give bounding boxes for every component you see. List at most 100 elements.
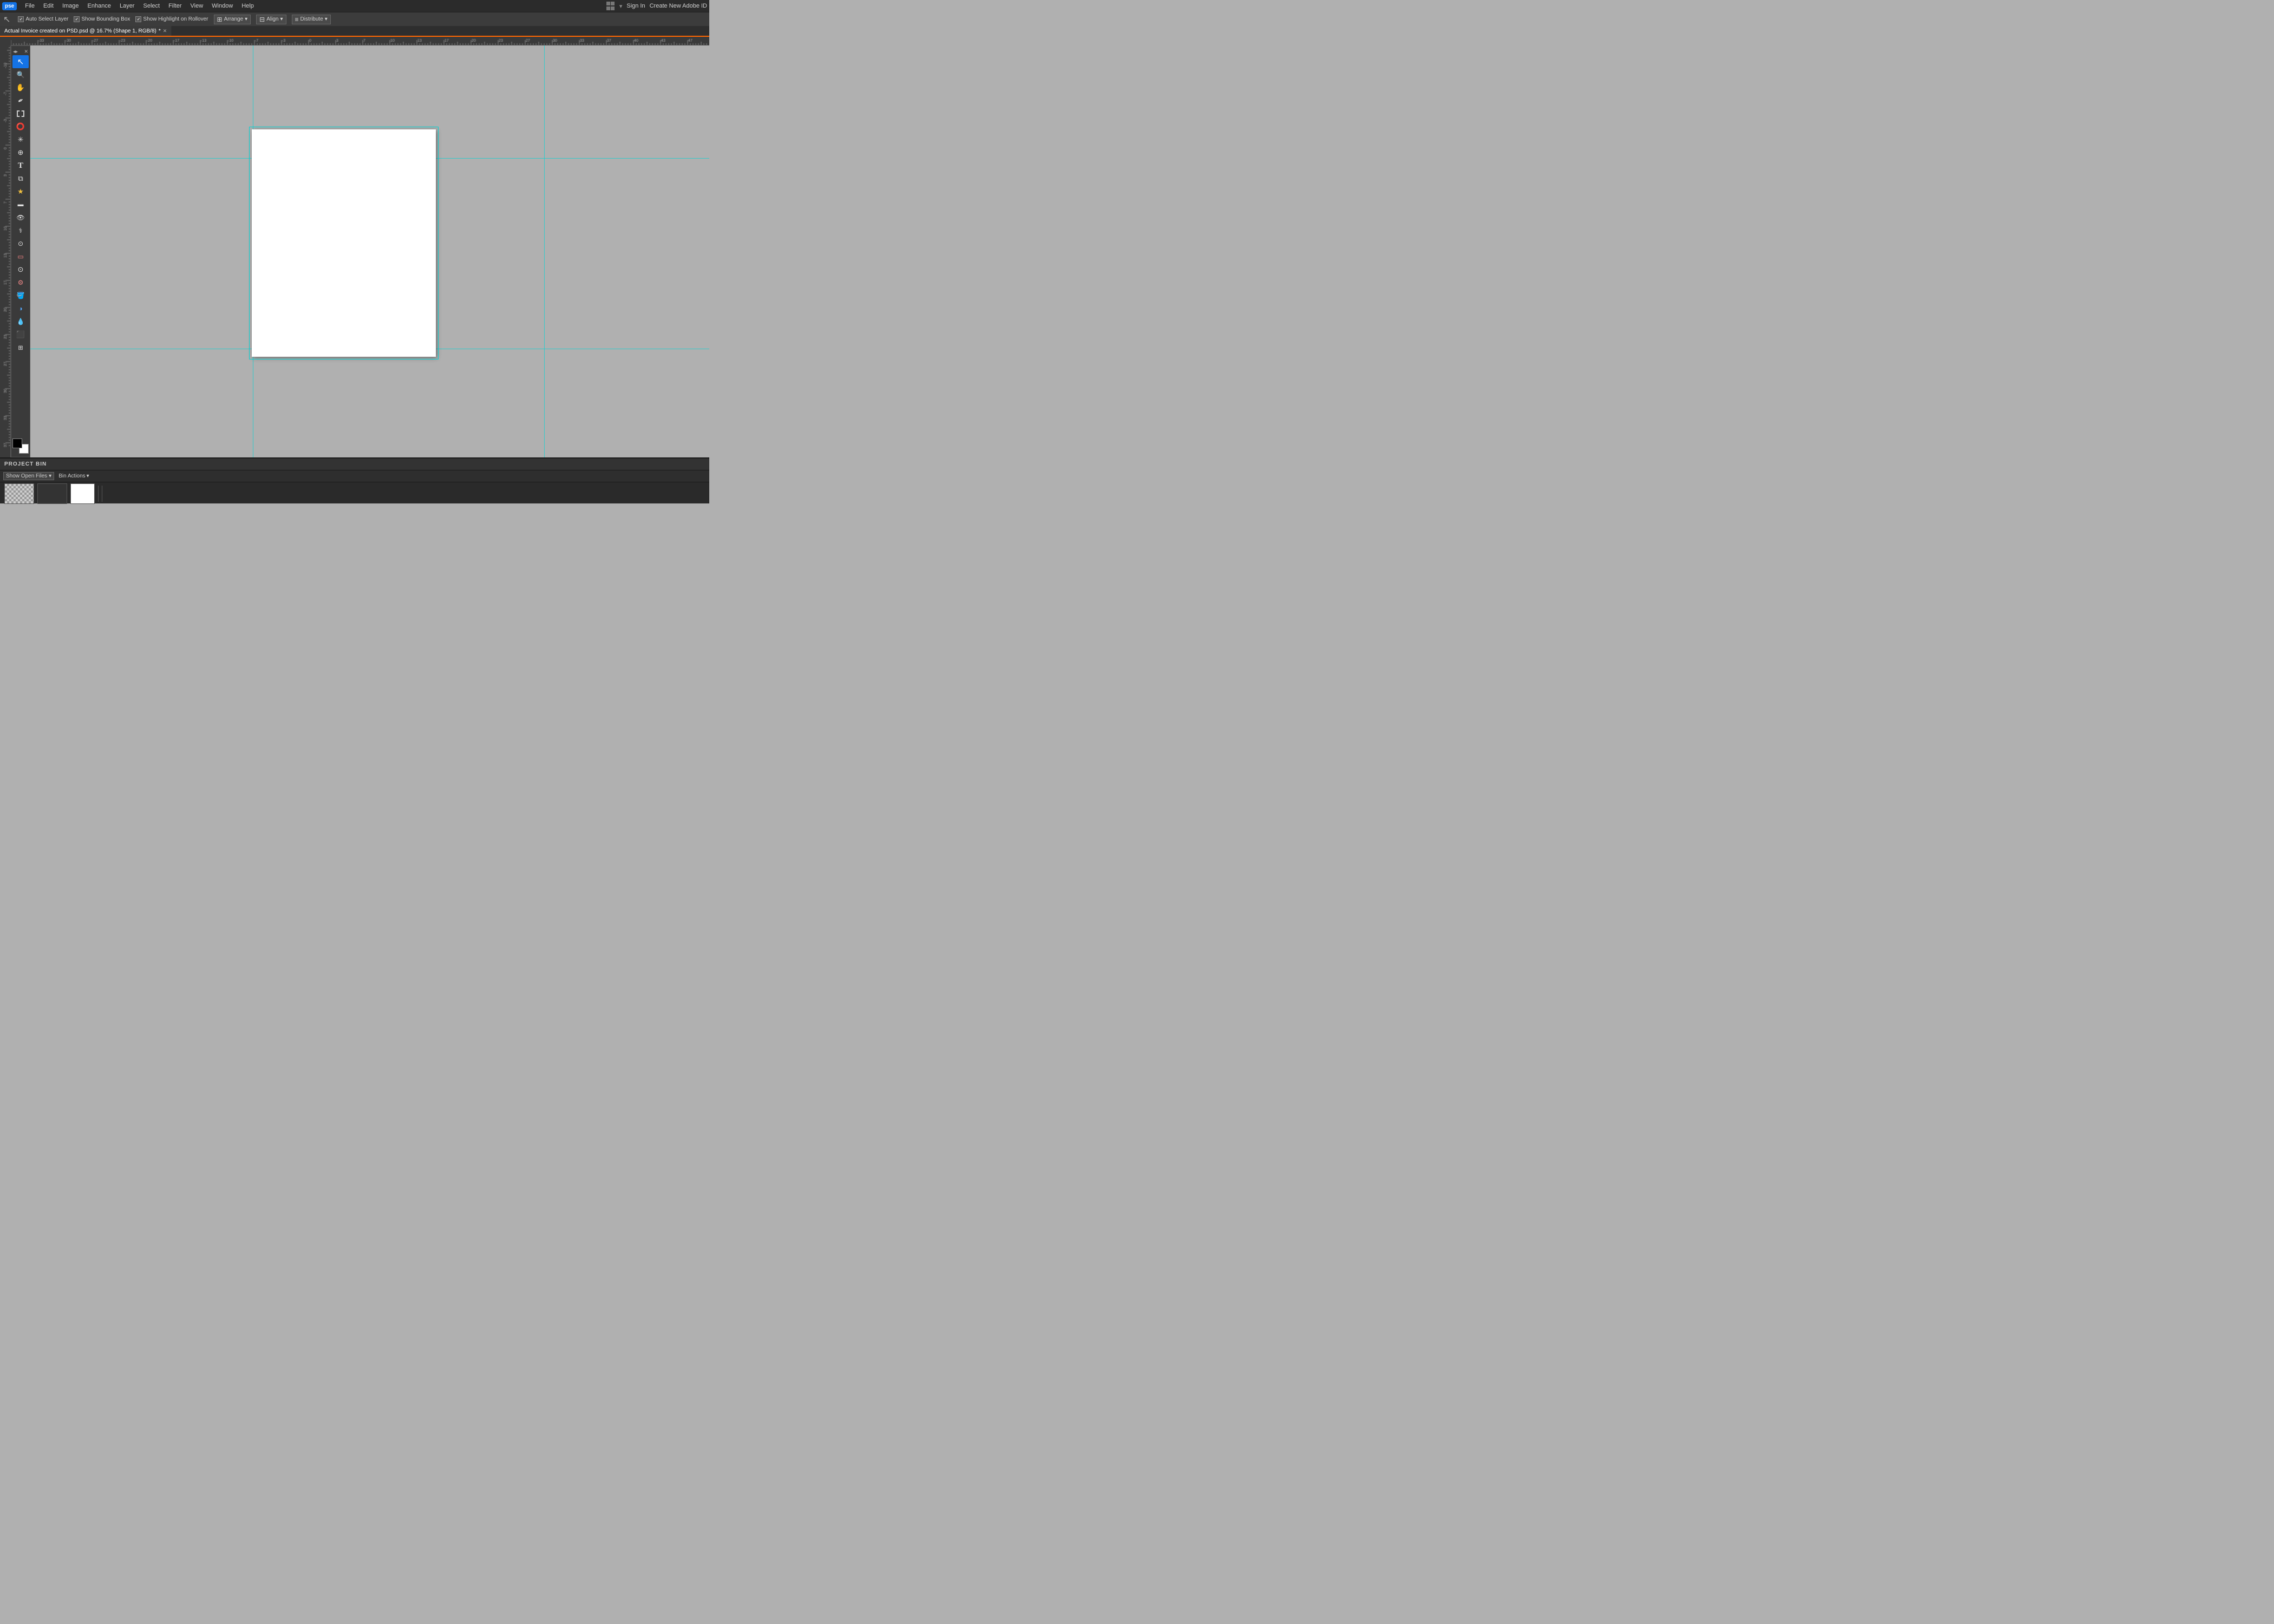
tool-smart-brush[interactable]: ▬ xyxy=(12,198,29,211)
arrange-icon: ⊞ xyxy=(217,16,223,23)
canvas-area[interactable] xyxy=(11,45,709,457)
show-bounding-box-option[interactable]: ✓ Show Bounding Box xyxy=(74,16,130,22)
tool-paint-bucket[interactable]: 🪣 xyxy=(12,289,29,302)
custom-shape-icon: ★ xyxy=(17,187,24,196)
options-bar: ↖ ✓ Auto Select Layer ✓ Show Bounding Bo… xyxy=(0,12,709,26)
align-arrow-icon: ▾ xyxy=(280,16,283,22)
tab-bar: Actual Invoice created on PSD.psd @ 16.7… xyxy=(0,26,709,37)
foreground-color-swatch[interactable] xyxy=(12,438,22,448)
distribute-arrow-icon: ▾ xyxy=(325,16,328,22)
menu-window[interactable]: Window xyxy=(208,2,237,10)
show-highlight-checkbox[interactable]: ✓ xyxy=(135,16,141,22)
type-icon: T xyxy=(18,161,23,171)
tool-hand[interactable]: ✋ xyxy=(12,81,29,94)
project-bin: PROJECT BIN Show Open Files ▾ Bin Action… xyxy=(0,457,709,503)
tool-coords[interactable]: ⊞ xyxy=(12,341,29,354)
show-open-files-dropdown[interactable]: Show Open Files ▾ xyxy=(3,472,54,480)
ruler-v-canvas xyxy=(0,37,11,448)
canvas-document xyxy=(252,129,436,357)
tab-title: Actual Invoice created on PSD.psd @ 16.7… xyxy=(4,28,156,34)
tool-custom-shape[interactable]: ★ xyxy=(12,185,29,198)
coords-icon: ⊞ xyxy=(18,344,23,351)
arrange-button[interactable]: ⊞ Arrange ▾ xyxy=(214,15,251,24)
lasso-icon: ⭕ xyxy=(16,122,25,131)
tool-clone[interactable]: ⊙ xyxy=(12,237,29,250)
magic-wand-icon: ✳ xyxy=(18,135,24,144)
show-bounding-box-checkbox[interactable]: ✓ xyxy=(74,16,80,22)
tool-blur[interactable]: ⊙ xyxy=(12,263,29,276)
distribute-button[interactable]: ≡ Distribute ▾ xyxy=(292,15,331,24)
tool-type[interactable]: T xyxy=(12,159,29,172)
menu-image[interactable]: Image xyxy=(58,2,83,10)
dark-thumbnail xyxy=(38,484,67,503)
vertical-ruler xyxy=(0,37,11,457)
tool-lasso[interactable]: ⭕ xyxy=(12,120,29,133)
menu-enhance[interactable]: Enhance xyxy=(84,2,115,10)
tool-gradient[interactable]: ◑ xyxy=(12,302,29,315)
bin-actions-label: Bin Actions xyxy=(58,473,85,479)
distribute-label: Distribute xyxy=(300,16,323,22)
create-id-button[interactable]: Create New Adobe ID xyxy=(650,3,707,9)
menu-bar: pse File Edit Image Enhance Layer Select… xyxy=(0,0,709,12)
align-button[interactable]: ⊟ Align ▾ xyxy=(256,15,286,24)
menu-edit[interactable]: Edit xyxy=(40,2,57,10)
show-highlight-option[interactable]: ✓ Show Highlight on Rollover xyxy=(135,16,208,22)
tool-spot-healing[interactable]: ⚕ xyxy=(12,224,29,237)
tool-eyedropper[interactable]: ✒ xyxy=(12,94,29,107)
bin-thumbnail-3[interactable] xyxy=(70,483,95,504)
tab-modified: * xyxy=(159,28,161,34)
bin-thumbnail-2[interactable] xyxy=(37,483,67,504)
rect-marquee-icon xyxy=(17,110,24,117)
project-bin-content xyxy=(0,482,709,505)
auto-select-checkbox[interactable]: ✓ xyxy=(18,16,24,22)
auto-select-option[interactable]: ✓ Auto Select Layer xyxy=(18,16,68,22)
color-swatches[interactable] xyxy=(12,438,29,454)
guide-line-v2 xyxy=(544,45,545,457)
red-eye-icon: 👁 xyxy=(16,214,24,221)
bin-thumbnail-1[interactable] xyxy=(4,483,34,504)
tool-eraser[interactable]: ▭ xyxy=(12,250,29,263)
toolbox-arrows-icon: ◂▸ xyxy=(13,49,18,55)
active-tab[interactable]: Actual Invoice created on PSD.psd @ 16.7… xyxy=(0,26,172,36)
tool-move[interactable]: ↖ xyxy=(12,55,29,68)
bin-actions-button[interactable]: Bin Actions ▾ xyxy=(58,473,89,479)
tool-crop[interactable]: ⧉ xyxy=(12,172,29,185)
checker-pattern xyxy=(5,484,34,503)
tool-quick-selection[interactable]: ⊕ xyxy=(12,146,29,159)
toolbox-title: ◂▸ ✕ xyxy=(11,48,30,55)
sign-in-button[interactable]: Sign In xyxy=(626,3,645,9)
tool-red-eye[interactable]: 👁 xyxy=(12,211,29,224)
show-open-files-label: Show Open Files xyxy=(6,473,47,479)
ruler-h-canvas xyxy=(11,37,709,45)
drop-icon: 💧 xyxy=(17,318,25,325)
show-highlight-label: Show Highlight on Rollover xyxy=(143,16,208,22)
arrow-down-icon: ▾ xyxy=(619,3,623,10)
menu-layer[interactable]: Layer xyxy=(116,2,139,10)
tool-magic-wand[interactable]: ✳ xyxy=(12,133,29,146)
arrange-label: Arrange xyxy=(224,16,244,22)
menu-filter[interactable]: Filter xyxy=(165,2,185,10)
move-tool-icon: ↖ xyxy=(3,14,10,25)
distribute-icon: ≡ xyxy=(295,16,299,23)
toolbox: ◂▸ ✕ ↖ 🔍 ✋ ✒ ⭕ ✳ ⊕ T ⧉ ★ ▬ xyxy=(11,45,30,457)
white-thumbnail xyxy=(71,484,94,503)
tool-shape[interactable]: ⬛ xyxy=(12,328,29,341)
toolbox-close-icon[interactable]: ✕ xyxy=(24,49,28,55)
menu-file[interactable]: File xyxy=(21,2,38,10)
tool-rect-marquee[interactable] xyxy=(12,107,29,120)
tool-zoom[interactable]: 🔍 xyxy=(12,68,29,81)
crop-icon: ⧉ xyxy=(18,174,23,183)
hand-icon: ✋ xyxy=(16,83,25,92)
auto-select-label: Auto Select Layer xyxy=(25,16,68,22)
spot-healing-icon: ⚕ xyxy=(19,227,23,234)
menu-help[interactable]: Help xyxy=(238,2,258,10)
menu-select[interactable]: Select xyxy=(139,2,164,10)
tool-dodge[interactable]: ⚙ xyxy=(12,276,29,289)
menu-view[interactable]: View xyxy=(187,2,207,10)
paint-bucket-icon: 🪣 xyxy=(17,292,25,299)
tab-close-button[interactable]: ✕ xyxy=(163,28,167,34)
app-logo: pse xyxy=(2,2,17,10)
tool-drop[interactable]: 💧 xyxy=(12,315,29,328)
zoom-icon: 🔍 xyxy=(17,71,25,78)
align-icon: ⊟ xyxy=(259,16,265,23)
